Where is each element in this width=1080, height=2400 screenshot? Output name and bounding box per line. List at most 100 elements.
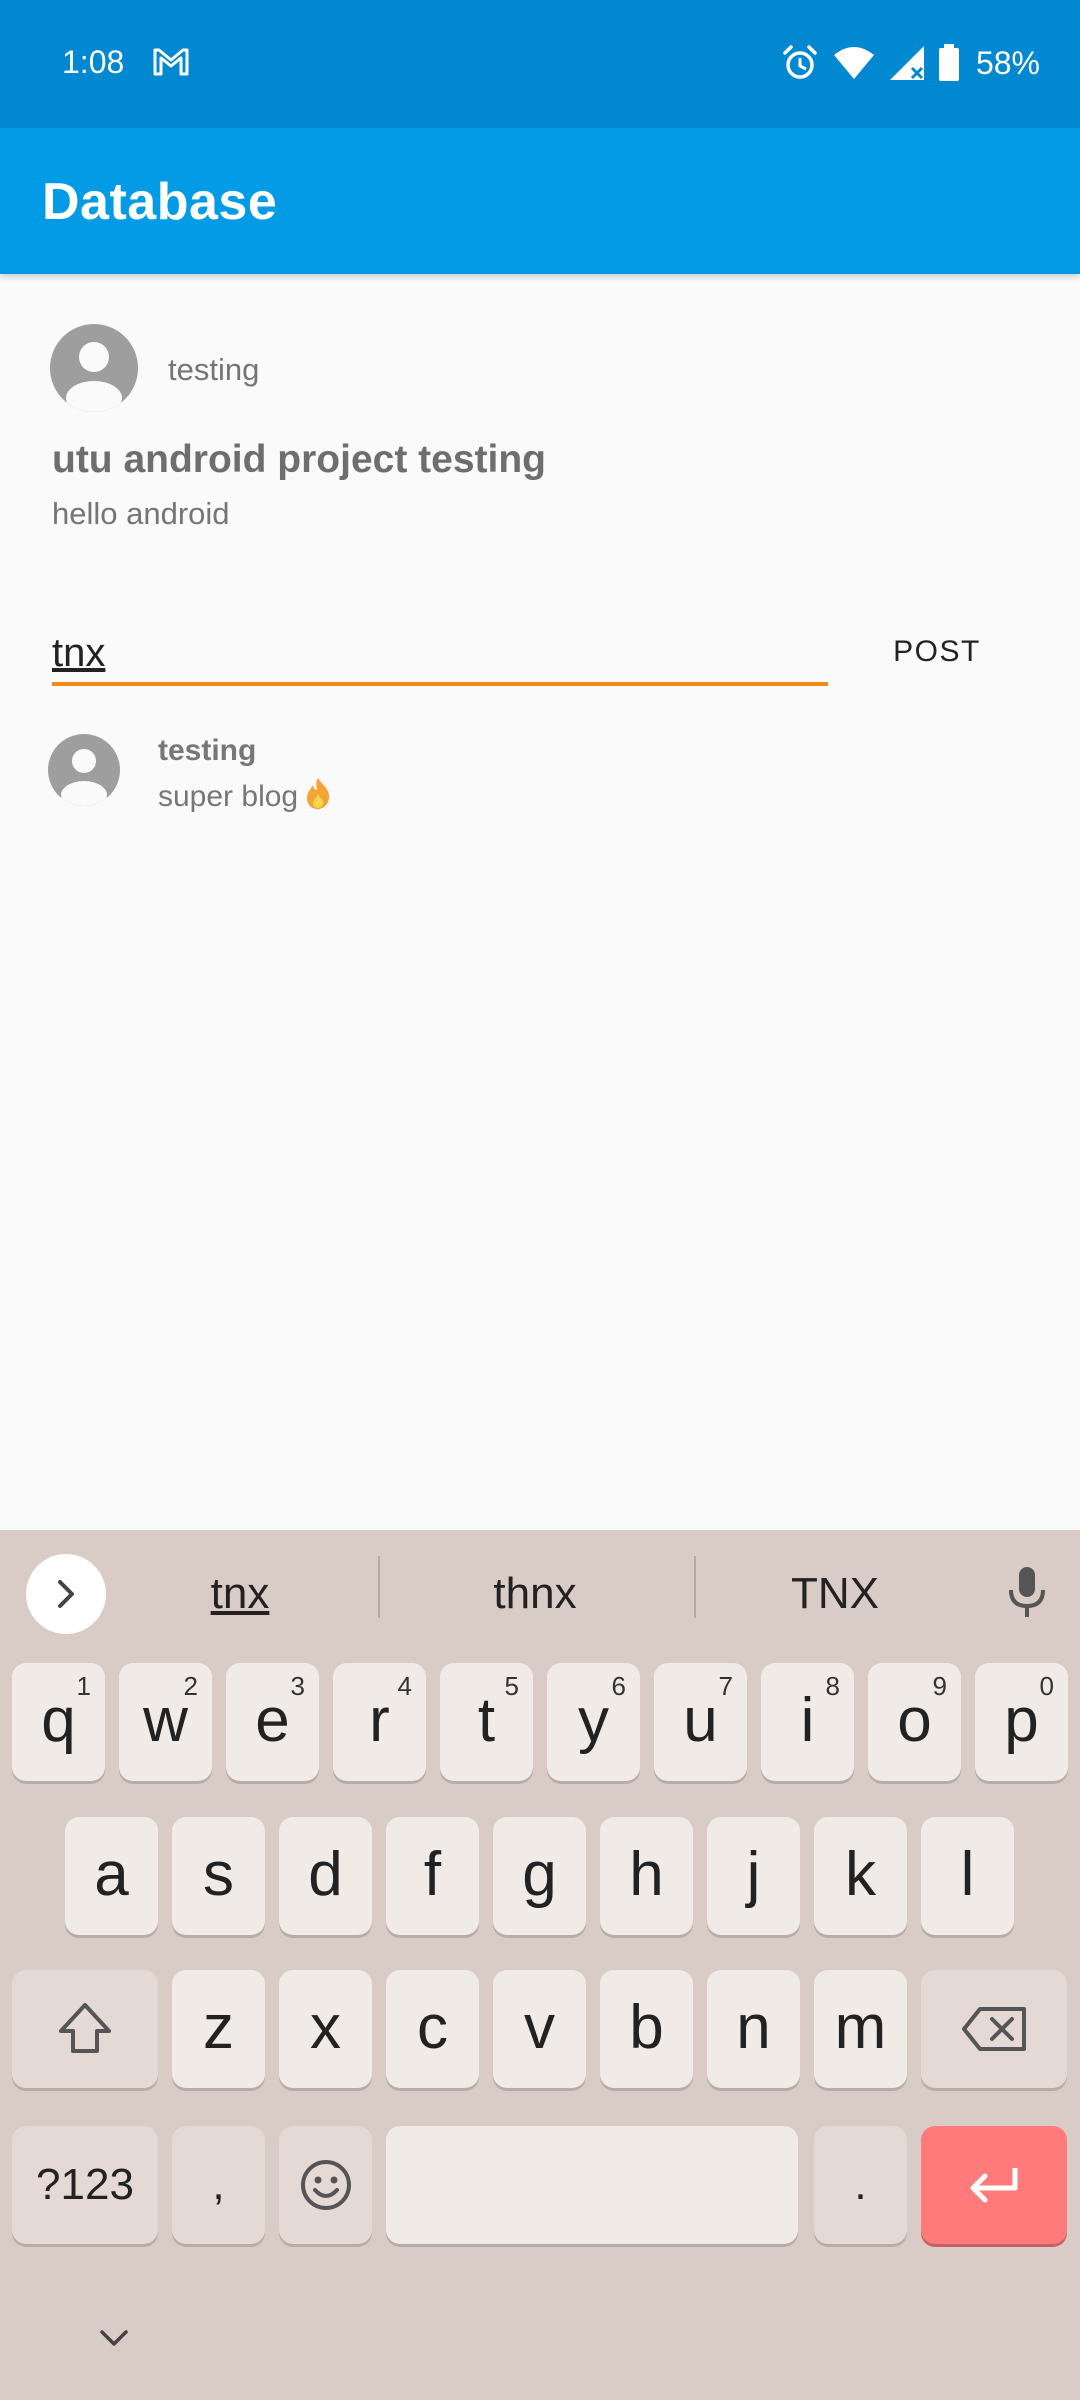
- signal-icon: [889, 46, 924, 80]
- suggestion-3[interactable]: TNX: [700, 1558, 970, 1630]
- post-title: utu android project testing: [52, 438, 546, 481]
- key-label: b: [629, 1992, 664, 2062]
- key-hint: 0: [1039, 1671, 1054, 1701]
- key-label: m: [834, 1992, 887, 2062]
- symbols-key[interactable]: ?123: [12, 2126, 158, 2244]
- post-body: hello android: [52, 496, 230, 531]
- key-label: c: [417, 1992, 448, 2062]
- shift-key[interactable]: [12, 1970, 158, 2088]
- key-hint: 8: [825, 1671, 840, 1701]
- key-l[interactable]: l: [921, 1817, 1014, 1935]
- key-label: e: [255, 1685, 290, 1755]
- key-s[interactable]: s: [172, 1817, 265, 1935]
- key-x[interactable]: x: [279, 1970, 372, 2088]
- space-key[interactable]: [386, 2126, 798, 2244]
- suggestion-divider: [694, 1556, 696, 1618]
- key-hint: 3: [290, 1671, 305, 1701]
- comment-input[interactable]: [52, 618, 828, 688]
- key-e[interactable]: e3: [226, 1663, 319, 1781]
- backspace-icon: [962, 2007, 1026, 2051]
- post-author-avatar: [50, 324, 138, 412]
- key-label: r: [369, 1685, 390, 1755]
- comment-input-underline: [52, 682, 828, 686]
- key-label: f: [423, 1839, 442, 1909]
- comma-key[interactable]: ,: [172, 2126, 265, 2244]
- app-title: Database: [42, 173, 278, 231]
- key-label: q: [41, 1685, 76, 1755]
- post-author: testing: [168, 352, 260, 387]
- key-label: s: [203, 1839, 234, 1909]
- key-hint: 6: [611, 1671, 626, 1701]
- status-time: 1:08: [62, 44, 125, 80]
- status-bar: 1:08 58%: [0, 0, 1080, 128]
- key-m[interactable]: m: [814, 1970, 907, 2088]
- key-u[interactable]: u7: [654, 1663, 747, 1781]
- fire-icon: [307, 778, 330, 809]
- suggestion-toggle-button[interactable]: [26, 1554, 106, 1634]
- key-k[interactable]: k: [814, 1817, 907, 1935]
- key-n[interactable]: n: [707, 1970, 800, 2088]
- key-label: w: [143, 1685, 188, 1755]
- key-o[interactable]: o9: [868, 1663, 961, 1781]
- key-hint: 4: [397, 1671, 412, 1701]
- backspace-key[interactable]: [921, 1970, 1067, 2088]
- suggestion-2[interactable]: thnx: [400, 1558, 670, 1630]
- key-label: i: [800, 1685, 815, 1755]
- key-label: u: [683, 1685, 718, 1755]
- key-h[interactable]: h: [600, 1817, 693, 1935]
- gmail-icon: [153, 48, 189, 76]
- chevron-right-icon: [58, 1580, 74, 1608]
- microphone-icon[interactable]: [1002, 1564, 1052, 1620]
- key-r[interactable]: r4: [333, 1663, 426, 1781]
- suggestion-1[interactable]: tnx: [130, 1558, 350, 1630]
- person-icon: [66, 342, 122, 412]
- emoji-key[interactable]: [279, 2126, 372, 2244]
- key-label: x: [310, 1992, 341, 2062]
- key-hint: 5: [504, 1671, 519, 1701]
- alarm-icon: [783, 45, 817, 79]
- key-c[interactable]: c: [386, 1970, 479, 2088]
- battery-percentage: 58%: [975, 44, 1040, 81]
- comment-author: testing: [158, 734, 257, 767]
- key-j[interactable]: j: [707, 1817, 800, 1935]
- key-f[interactable]: f: [386, 1817, 479, 1935]
- enter-key[interactable]: [921, 2126, 1067, 2244]
- enter-icon: [970, 2168, 1018, 2203]
- key-label: z: [203, 1992, 234, 2062]
- key-label: d: [308, 1839, 343, 1909]
- key-b[interactable]: b: [600, 1970, 693, 2088]
- key-i[interactable]: i8: [761, 1663, 854, 1781]
- emoji-icon: [300, 2160, 351, 2210]
- key-z[interactable]: z: [172, 1970, 265, 2088]
- key-q[interactable]: q1: [12, 1663, 105, 1781]
- status-icons: 58%: [780, 38, 1040, 88]
- key-label: a: [94, 1839, 129, 1909]
- key-w[interactable]: w2: [119, 1663, 212, 1781]
- wifi-icon: [833, 47, 874, 79]
- key-hint: 9: [932, 1671, 947, 1701]
- comment-author-avatar: [48, 734, 120, 806]
- key-label: p: [1004, 1685, 1039, 1755]
- keyboard: tnx thnx TNX q1w2e3r4t5y6u7i8o9p0 asdfgh…: [0, 1530, 1080, 2400]
- key-label: l: [960, 1839, 975, 1909]
- key-label: h: [629, 1839, 664, 1909]
- key-label: o: [897, 1685, 932, 1755]
- shift-icon: [59, 2003, 111, 2053]
- period-key[interactable]: .: [814, 2126, 907, 2244]
- key-a[interactable]: a: [65, 1817, 158, 1935]
- key-label: g: [522, 1839, 557, 1909]
- key-label: y: [578, 1685, 609, 1755]
- hide-keyboard-icon[interactable]: [96, 2326, 132, 2350]
- key-d[interactable]: d: [279, 1817, 372, 1935]
- key-label: v: [524, 1992, 555, 2062]
- key-y[interactable]: y6: [547, 1663, 640, 1781]
- key-hint: 7: [718, 1671, 733, 1701]
- key-p[interactable]: p0: [975, 1663, 1068, 1781]
- post-button[interactable]: POST: [872, 622, 1002, 682]
- key-g[interactable]: g: [493, 1817, 586, 1935]
- key-hint: 2: [183, 1671, 198, 1701]
- key-v[interactable]: v: [493, 1970, 586, 2088]
- person-icon: [61, 749, 107, 806]
- key-t[interactable]: t5: [440, 1663, 533, 1781]
- key-hint: 1: [76, 1671, 91, 1701]
